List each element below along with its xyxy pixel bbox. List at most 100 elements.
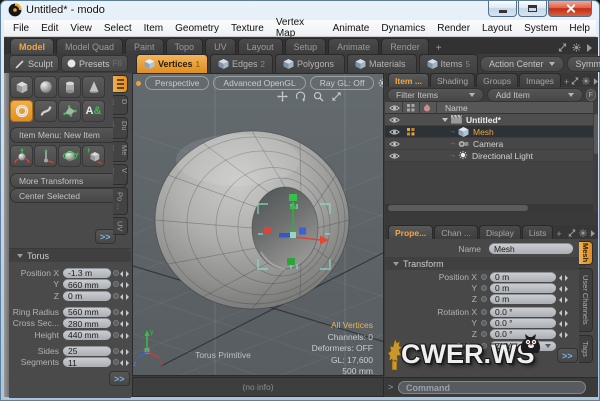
- channel-dot-icon[interactable]: [481, 295, 487, 302]
- mini-slider-icon[interactable]: [120, 269, 129, 277]
- sphere-tool-button[interactable]: [34, 76, 57, 98]
- gear-icon[interactable]: [579, 229, 587, 237]
- viewport-tab-perspective[interactable]: Perspective: [145, 76, 210, 90]
- transform-section-header[interactable]: Transform: [385, 257, 586, 270]
- torus-tool-button[interactable]: [10, 100, 33, 122]
- position-x-field[interactable]: 0 m: [490, 271, 556, 282]
- side-tab-basic[interactable]: [113, 75, 128, 93]
- mini-slider-icon[interactable]: [120, 280, 129, 288]
- menu-render[interactable]: Render: [431, 23, 476, 34]
- expander-icon[interactable]: [442, 117, 448, 122]
- channel-dot-icon[interactable]: [113, 269, 119, 276]
- item-row-directional-light[interactable]: → Directional Light: [385, 150, 593, 162]
- eye-icon[interactable]: [389, 140, 400, 148]
- mode-tab-edges[interactable]: Edges 2: [209, 54, 273, 73]
- channel-dot-icon[interactable]: [481, 330, 487, 337]
- tab-groups[interactable]: Groups: [476, 73, 519, 87]
- zoom-icon[interactable]: [313, 91, 324, 102]
- mini-slider-icon[interactable]: [559, 273, 568, 281]
- side-tab-duplicate-2[interactable]: Du ...: [111, 117, 129, 139]
- channel-dot-icon[interactable]: [481, 284, 487, 291]
- sides-field[interactable]: 25: [63, 345, 111, 356]
- channel-dot-icon[interactable]: [113, 292, 119, 299]
- eye-icon[interactable]: [389, 116, 400, 124]
- side-tab-mesh-edit[interactable]: Me ...: [111, 141, 129, 162]
- rotation-y-field[interactable]: 0.0 °: [490, 317, 556, 328]
- channel-dot-icon[interactable]: [481, 342, 487, 349]
- mini-slider-icon[interactable]: [120, 347, 129, 355]
- tab-properties[interactable]: Prope...: [388, 225, 434, 239]
- orbit-icon[interactable]: [295, 91, 306, 102]
- sculpt-button[interactable]: Sculpt: [9, 55, 60, 72]
- viewport-tab-shading[interactable]: Advanced OpenGL: [213, 76, 306, 90]
- tab-shading[interactable]: Shading: [429, 73, 476, 87]
- item-list-vscrollbar[interactable]: [593, 102, 598, 212]
- cylinder-tool-button[interactable]: [58, 76, 81, 98]
- channel-dot-icon[interactable]: [481, 308, 487, 315]
- tab-lists[interactable]: Lists: [521, 225, 554, 239]
- menu-system[interactable]: System: [518, 23, 563, 34]
- filter-preset-button[interactable]: F: [585, 88, 596, 101]
- add-layout-tab-button[interactable]: +: [431, 43, 447, 54]
- torus-mesh[interactable]: [154, 130, 350, 310]
- item-row-camera[interactable]: → Camera: [385, 138, 593, 150]
- menu-animate[interactable]: Animate: [327, 23, 376, 34]
- torus-panel-overflow-button[interactable]: >>: [109, 371, 130, 386]
- render-grid-icon[interactable]: [407, 127, 415, 136]
- layout-tab-render[interactable]: Render: [381, 38, 429, 54]
- menu-edit[interactable]: Edit: [35, 23, 64, 34]
- side-tab-polygon[interactable]: Po ...: [113, 187, 128, 215]
- action-center-dropdown[interactable]: Action Center: [479, 55, 564, 72]
- properties-overflow-button[interactable]: >>: [557, 348, 578, 363]
- menu-texture[interactable]: Texture: [225, 23, 270, 34]
- scrollbar-thumb[interactable]: [388, 205, 528, 211]
- tab-display[interactable]: Display: [478, 225, 521, 239]
- pen-polygon-tool-button[interactable]: [58, 100, 81, 122]
- cone-tool-button[interactable]: [82, 76, 105, 98]
- expand-panel-icon[interactable]: [571, 77, 579, 85]
- channel-dot-icon[interactable]: [113, 359, 119, 365]
- command-input[interactable]: [398, 381, 586, 394]
- item-row-mesh[interactable]: → Mesh: [385, 126, 593, 138]
- mode-tab-polygons[interactable]: Polygons: [274, 54, 345, 73]
- position-y-field[interactable]: 0 m: [490, 282, 556, 293]
- gear-icon[interactable]: [378, 78, 383, 88]
- mini-slider-icon[interactable]: [559, 308, 568, 316]
- cross-section-field[interactable]: 280 mm: [63, 318, 111, 328]
- symmetry-dropdown[interactable]: Symmetry: Off: [566, 55, 600, 72]
- add-item-dropdown[interactable]: Add Item: [486, 87, 583, 102]
- maximize-viewport-icon[interactable]: [331, 91, 342, 102]
- side-tab-uv[interactable]: UV: [113, 217, 128, 235]
- viewport-tab-raygl[interactable]: Ray GL: Off: [309, 76, 375, 90]
- side-tab-user-channels[interactable]: User Channels: [579, 268, 593, 332]
- mini-slider-icon[interactable]: [559, 319, 568, 327]
- rotation-x-field[interactable]: 0.0 °: [490, 306, 556, 317]
- order-dropdown[interactable]: ZXY: [490, 340, 556, 351]
- viewport-state-dot-icon[interactable]: [136, 80, 141, 86]
- name-field[interactable]: Mesh: [489, 243, 573, 254]
- mini-slider-icon[interactable]: [559, 295, 568, 303]
- viewport-3d[interactable]: y x z Perspective Advanced OpenGL Ray GL…: [132, 73, 384, 376]
- mode-tab-materials[interactable]: Materials: [347, 54, 417, 73]
- rotation-z-field[interactable]: 0.0 °: [490, 328, 556, 339]
- menu-help[interactable]: Help: [563, 23, 596, 34]
- menu-item[interactable]: Item: [138, 23, 169, 34]
- channel-dot-icon[interactable]: [113, 347, 119, 354]
- channel-dot-icon[interactable]: [113, 308, 119, 315]
- channel-dot-icon[interactable]: [113, 281, 119, 287]
- layout-tab-uv[interactable]: UV: [205, 38, 236, 54]
- ring-radius-field[interactable]: 560 mm: [63, 306, 111, 317]
- mini-slider-icon[interactable]: [120, 292, 129, 300]
- position-z-field[interactable]: 0 m: [63, 290, 111, 301]
- menu-layout[interactable]: Layout: [476, 23, 518, 34]
- panel-menu-arrow-icon[interactable]: [586, 43, 592, 52]
- menu-view[interactable]: View: [64, 23, 98, 34]
- filter-items-dropdown[interactable]: Filter Items: [387, 87, 484, 102]
- layout-tab-animate[interactable]: Animate: [328, 38, 380, 54]
- tab-item-list[interactable]: Item ...: [388, 73, 429, 87]
- eye-icon[interactable]: [389, 128, 400, 136]
- menu-select[interactable]: Select: [98, 23, 138, 34]
- pan-icon[interactable]: [277, 91, 288, 102]
- mini-slider-icon[interactable]: [120, 331, 129, 339]
- spiral-tool-button[interactable]: [34, 100, 57, 122]
